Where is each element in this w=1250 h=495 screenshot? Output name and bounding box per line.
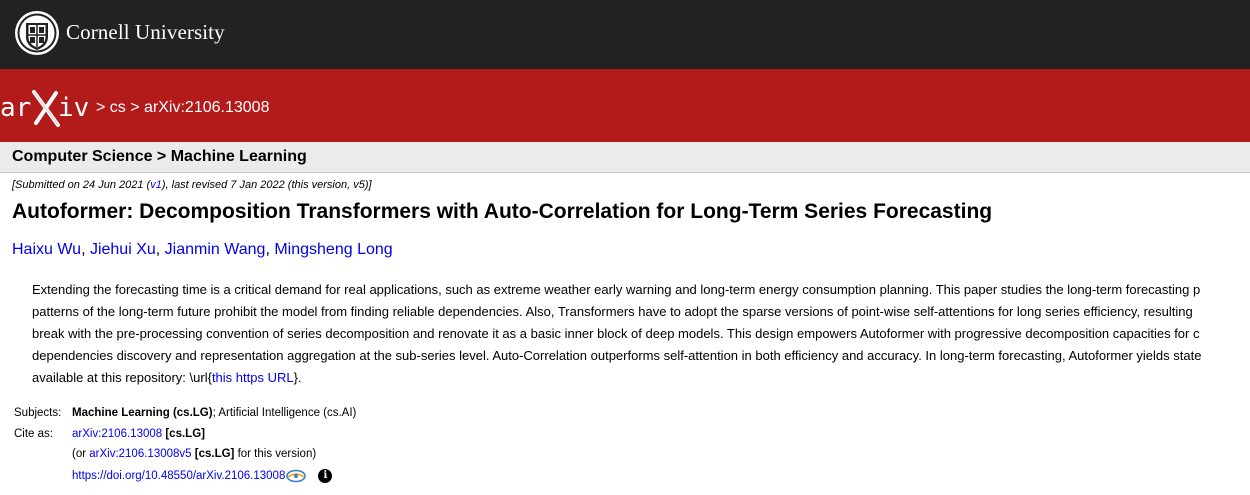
subject-heading: Computer Science > Machine Learning [12, 148, 307, 165]
dateline-suffix: ), last revised 7 Jan 2022 (this version… [161, 179, 372, 191]
cite-version-value: (or arXiv:2106.13008v5 [cs.LG] for this … [72, 448, 316, 460]
info-icon[interactable]: i [318, 469, 333, 483]
repository-url-link[interactable]: this https URL [212, 370, 294, 385]
cite-alt-prefix: (or [72, 448, 90, 460]
cite-alt-suffix: for this version) [234, 448, 317, 460]
abstract-line: Extending the forecasting time is a crit… [32, 282, 1201, 297]
author-link[interactable]: Jiehui Xu [90, 241, 156, 258]
secondary-subjects: ; Artificial Intelligence (cs.AI) [212, 407, 357, 419]
subjects-value: Machine Learning (cs.LG); Artificial Int… [72, 407, 356, 419]
cornell-seal-icon[interactable] [14, 10, 60, 56]
version-v1-link[interactable]: v1 [150, 179, 162, 191]
dateline-prefix: [Submitted on 24 Jun 2021 ( [12, 179, 151, 191]
author-separator: , [155, 241, 165, 258]
cite-label: Cite as: [14, 428, 53, 440]
paper-title: Autoformer: Decomposition Transformers w… [12, 200, 993, 223]
cite-version-link[interactable]: arXiv:2106.13008v5 [89, 448, 191, 460]
breadcrumb-separator: > [96, 99, 110, 116]
submission-dateline: [Submitted on 24 Jun 2021 (v1), last rev… [12, 179, 372, 191]
breadcrumb: > cs > arXiv:2106.13008 [96, 99, 269, 117]
svg-text:ar: ar [0, 93, 31, 123]
abstract-line: patterns of the long-term future prohibi… [32, 304, 1193, 319]
author-link[interactable]: Haixu Wu [12, 241, 81, 258]
author-link[interactable]: Jianmin Wang [165, 241, 266, 258]
breadcrumb-separator: > [125, 99, 145, 116]
cite-version-tag: [cs.LG] [191, 448, 235, 460]
abstract-line: available at this repository: \url{this … [32, 367, 1250, 389]
cite-value: arXiv:2106.13008 [cs.LG] [72, 428, 205, 440]
primary-subject: Machine Learning (cs.LG) [72, 407, 213, 419]
subjects-label: Subjects: [14, 407, 62, 419]
abstract-line: break with the pre-processing convention… [32, 326, 1200, 341]
abstract: Extending the forecasting time is a crit… [32, 279, 1250, 389]
abstract-line: dependencies discovery and representatio… [32, 348, 1202, 363]
abstract-repo-suffix: }. [293, 370, 302, 385]
doi-link[interactable]: https://doi.org/10.48550/arXiv.2106.1300… [72, 470, 285, 482]
cite-id-link[interactable]: arXiv:2106.13008 [72, 428, 162, 440]
svg-text:iv: iv [58, 93, 89, 123]
author-separator: , [81, 241, 90, 258]
breadcrumb-paper-id: arXiv:2106.13008 [144, 99, 270, 116]
datacite-icon[interactable] [286, 469, 307, 483]
author-list: Haixu Wu, Jiehui Xu, Jianmin Wang, Mings… [12, 241, 393, 259]
abstract-repo-prefix: available at this repository: \url{ [32, 370, 212, 385]
institution-name[interactable]: Cornell University [66, 20, 225, 45]
author-link[interactable]: Mingsheng Long [274, 241, 392, 258]
doi-value: https://doi.org/10.48550/arXiv.2106.1300… [72, 469, 333, 483]
arxiv-logo-icon[interactable]: ar iv [0, 87, 92, 129]
author-separator: , [265, 241, 275, 258]
cite-tag: [cs.LG] [162, 428, 205, 440]
breadcrumb-category-link[interactable]: cs [110, 99, 126, 116]
